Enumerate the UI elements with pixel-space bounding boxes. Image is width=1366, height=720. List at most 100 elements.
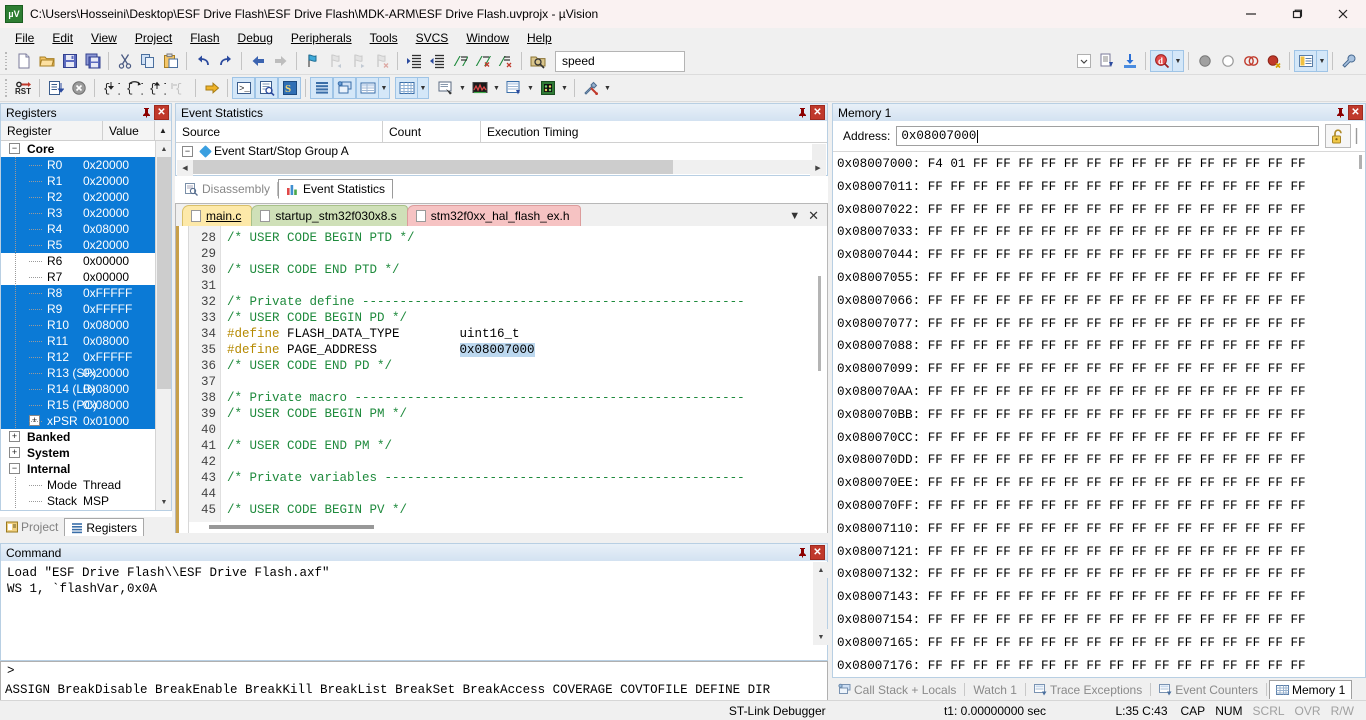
tab-event-counters[interactable]: Event Counters	[1153, 680, 1264, 699]
expand-icon[interactable]: +	[9, 447, 20, 458]
chevron-down-icon[interactable]: ▼	[789, 210, 800, 222]
register-row-r0[interactable]: R0 0x20000	[1, 157, 171, 173]
memory-row[interactable]: 0x080070BB: FF FF FF FF FF FF FF FF FF F…	[837, 404, 1365, 427]
watch-window-icon[interactable]	[356, 77, 379, 99]
editor-horizontal-scrollbar[interactable]	[189, 522, 814, 533]
editor-tab-main-c[interactable]: main.c	[182, 205, 253, 226]
memory-dropdown-icon[interactable]: ▼	[418, 77, 429, 99]
es-col-execution-timing[interactable]: Execution Timing	[481, 121, 811, 143]
configuration-dropdown-icon[interactable]: ▼	[1317, 50, 1328, 72]
symbols-window-icon[interactable]: S	[278, 77, 301, 99]
unlocked-padlock-icon[interactable]	[1325, 124, 1351, 148]
code-line[interactable]: /* USER CODE BEGIN PTD */	[227, 230, 827, 246]
watch-dropdown-icon[interactable]: ▼	[379, 77, 390, 99]
memory-vscroll-thumb[interactable]	[1359, 155, 1362, 169]
bookmark-next-icon[interactable]	[347, 50, 370, 72]
memory-row[interactable]: 0x08007044: FF FF FF FF FF FF FF FF FF F…	[837, 244, 1365, 267]
code-line[interactable]: /* Private define ----------------------…	[227, 294, 827, 310]
collapse-icon[interactable]: −	[182, 145, 193, 157]
tab-call-stack-locals[interactable]: Call Stack + Locals	[832, 680, 962, 699]
disable-all-breakpoints-icon[interactable]	[1239, 50, 1262, 72]
register-row-xpsr[interactable]: +xPSR0x01000	[1, 413, 171, 429]
code-line[interactable]: /* USER CODE BEGIN PM */	[227, 406, 827, 422]
editor-vscroll-thumb[interactable]	[818, 276, 821, 371]
memory-row[interactable]: 0x08007132: FF FF FF FF FF FF FF FF FF F…	[837, 563, 1365, 586]
scroll-up-icon[interactable]: ▲	[156, 141, 171, 157]
close-icon[interactable]: ✕	[810, 105, 825, 120]
uncomment-icon[interactable]: //	[471, 50, 494, 72]
bookmark-prev-icon[interactable]	[324, 50, 347, 72]
bookmark-toggle-icon[interactable]	[301, 50, 324, 72]
memory-hex-dump[interactable]: 0x08007000: F4 01 FF FF FF FF FF FF FF F…	[833, 151, 1365, 676]
menu-help[interactable]: Help	[518, 29, 561, 47]
save-icon[interactable]	[58, 50, 81, 72]
expand-icon[interactable]: +	[9, 431, 20, 442]
kill-all-breakpoints-icon[interactable]	[1262, 50, 1285, 72]
register-row-mode[interactable]: Mode Thread	[1, 477, 171, 493]
tab-memory-1[interactable]: Memory 1	[1268, 680, 1353, 699]
toolbar-grip-2[interactable]	[3, 78, 10, 98]
close-icon[interactable]: ✕	[1348, 105, 1363, 120]
disable-breakpoint-icon[interactable]	[1216, 50, 1239, 72]
memory-row[interactable]: 0x08007088: FF FF FF FF FF FF FF FF FF F…	[837, 335, 1365, 358]
registers-col-value[interactable]: Value	[103, 121, 155, 141]
command-input[interactable]: >	[0, 661, 828, 681]
paste-icon[interactable]	[159, 50, 182, 72]
register-row-r1[interactable]: R1 0x20000	[1, 173, 171, 189]
analysis-window-icon[interactable]	[468, 77, 491, 99]
register-row-r12[interactable]: R12 0xFFFFF	[1, 349, 171, 365]
memory-row[interactable]: 0x080070DD: FF FF FF FF FF FF FF FF FF F…	[837, 449, 1365, 472]
code-line[interactable]: /* USER CODE BEGIN PV */	[227, 502, 827, 518]
event-statistics-vscroll[interactable]	[812, 144, 826, 160]
undo-icon[interactable]	[191, 50, 214, 72]
registers-scrollbar[interactable]: ▲ ▼	[155, 141, 171, 510]
memory-vertical-scrollbar[interactable]	[1352, 152, 1364, 172]
run-to-main-icon[interactable]	[44, 77, 67, 99]
system-viewer-icon[interactable]	[536, 77, 559, 99]
register-row-r9[interactable]: R9 0xFFFFF	[1, 301, 171, 317]
memory-row[interactable]: 0x08007176: FF FF FF FF FF FF FF FF FF F…	[837, 655, 1365, 676]
menu-file[interactable]: File	[6, 29, 43, 47]
disassembly-window-icon[interactable]	[255, 77, 278, 99]
memory-row[interactable]: 0x08007022: FF FF FF FF FF FF FF FF FF F…	[837, 199, 1365, 222]
memory-row[interactable]: 0x08007077: FF FF FF FF FF FF FF FF FF F…	[837, 313, 1365, 336]
code-line[interactable]: /* USER CODE END PM */	[227, 438, 827, 454]
register-row-r8[interactable]: R8 0xFFFFF	[1, 285, 171, 301]
register-row-r11[interactable]: R11 0x08000	[1, 333, 171, 349]
system-viewer-dropdown-icon[interactable]: ▼	[559, 77, 570, 99]
command-keyword-bar[interactable]: ASSIGN BreakDisable BreakEnable BreakKil…	[0, 680, 828, 700]
menu-view[interactable]: View	[82, 29, 126, 47]
trace-dropdown-icon[interactable]: ▼	[525, 77, 536, 99]
tab-watch-1[interactable]: Watch 1	[967, 680, 1023, 699]
tab-disassembly[interactable]: Disassembly	[178, 179, 277, 199]
code-line[interactable]	[227, 422, 827, 438]
combo-dropdown-icon[interactable]	[1072, 50, 1095, 72]
pack-installer-icon[interactable]	[1118, 50, 1141, 72]
editor-code-area[interactable]: 28 29 30 31 32 33 34 35 36 37 38 39 40 41 42 43 44 45 /* …	[176, 226, 827, 533]
register-row-system[interactable]: + System	[1, 445, 171, 461]
es-col-source[interactable]: Source	[176, 120, 383, 143]
debug-dropdown-icon[interactable]: ▼	[1173, 50, 1184, 72]
redo-icon[interactable]	[214, 50, 237, 72]
close-button[interactable]	[1320, 0, 1366, 28]
toolbox-icon[interactable]	[579, 77, 602, 99]
target-combo[interactable]: speed	[551, 50, 685, 72]
close-icon[interactable]: ✕	[154, 105, 169, 120]
serial-dropdown-icon[interactable]: ▼	[457, 77, 468, 99]
menu-window[interactable]: Window	[457, 29, 518, 47]
code-line[interactable]: /* Private macro -----------------------…	[227, 390, 827, 406]
memory-row[interactable]: 0x08007121: FF FF FF FF FF FF FF FF FF F…	[837, 541, 1365, 564]
memory-row[interactable]: 0x08007165: FF FF FF FF FF FF FF FF FF F…	[837, 632, 1365, 655]
memory-toolbar-grip[interactable]	[1351, 124, 1361, 148]
memory-window-icon[interactable]	[395, 77, 418, 99]
scroll-right-icon[interactable]: ▶	[810, 160, 826, 176]
toolbox-dropdown-icon[interactable]: ▼	[602, 77, 613, 99]
register-row-r10[interactable]: R10 0x08000	[1, 317, 171, 333]
register-row-r7[interactable]: R7 0x00000	[1, 269, 171, 285]
manage-project-items-icon[interactable]	[1095, 50, 1118, 72]
cut-icon[interactable]	[113, 50, 136, 72]
tab-registers[interactable]: Registers	[64, 518, 145, 536]
menu-peripherals[interactable]: Peripherals	[282, 29, 361, 47]
command-window-icon[interactable]: >_	[232, 77, 255, 99]
comment-icon[interactable]: //	[448, 50, 471, 72]
